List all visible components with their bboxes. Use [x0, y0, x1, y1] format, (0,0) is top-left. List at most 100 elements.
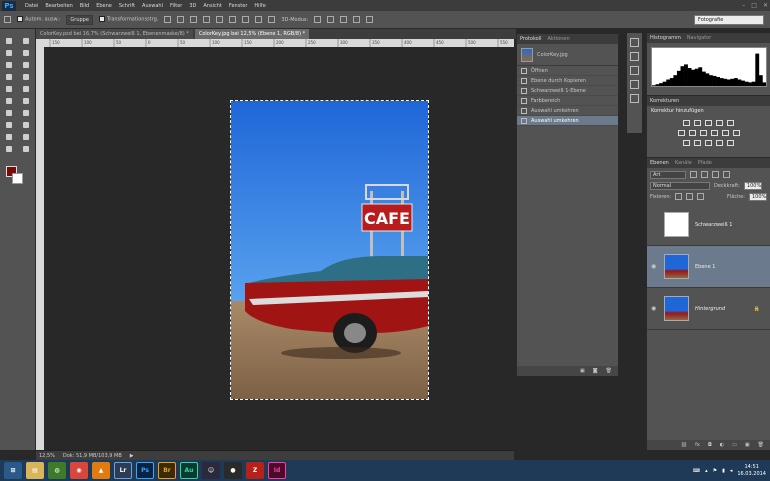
auto-select-dropdown[interactable]: Gruppe	[66, 14, 93, 25]
scale-3d-icon[interactable]	[366, 16, 374, 23]
history-brush-icon[interactable]	[23, 86, 30, 92]
channel-mixer-icon[interactable]	[721, 130, 729, 136]
layer-name[interactable]: Schwarzweiß 1	[695, 222, 732, 228]
tab-histogramm[interactable]: Histogramm	[650, 35, 681, 41]
keyboard-icon[interactable]: ⌨	[693, 468, 700, 474]
layer-name[interactable]: Hintergrund	[695, 306, 725, 312]
menu-auswahl[interactable]: Auswahl	[142, 3, 163, 9]
lasso-tool-icon[interactable]	[5, 50, 12, 56]
gradient-map-icon[interactable]	[716, 140, 723, 146]
folder-icon[interactable]: ▭	[732, 442, 737, 448]
shape-tool-icon[interactable]	[23, 134, 30, 140]
menu-fenster[interactable]: Fenster	[229, 3, 248, 9]
photoshop-app[interactable]: Ps	[136, 462, 154, 479]
fx-icon[interactable]: fx	[695, 442, 700, 448]
workspace-dropdown[interactable]: Fotografie	[694, 15, 764, 25]
status-arrow-icon[interactable]: ▶	[130, 453, 134, 459]
align-middle-icon[interactable]	[177, 16, 185, 23]
lock-pixels-icon[interactable]	[675, 193, 683, 200]
align-left-icon[interactable]	[203, 16, 211, 23]
distribute-icon[interactable]	[242, 16, 250, 23]
windows-start-icon[interactable]: ⊞	[4, 462, 22, 479]
zoom-tool-icon[interactable]	[23, 146, 30, 152]
posterize-icon[interactable]	[694, 140, 701, 146]
history-panel-icon[interactable]	[630, 38, 639, 47]
clock[interactable]: 14:51 16.03.2014	[737, 464, 766, 478]
clone-stamp-icon[interactable]	[5, 86, 12, 92]
color-balance-icon[interactable]	[688, 130, 696, 136]
trash-icon[interactable]: 🗑	[606, 368, 612, 374]
history-item[interactable]: Farbbereich	[517, 96, 618, 106]
transform-controls-checkbox[interactable]: Transformationsstrg.	[98, 16, 158, 23]
turtle-icon[interactable]: ●	[224, 462, 242, 479]
history-item[interactable]: Ebene durch Kopieren	[517, 76, 618, 86]
link-icon[interactable]: ⛓	[681, 442, 687, 448]
document-image[interactable]: CAFE	[230, 100, 429, 400]
character-panel-icon[interactable]	[630, 80, 639, 89]
people-icon[interactable]: ☺	[202, 462, 220, 479]
history-item[interactable]: Auswahl umkehren	[517, 116, 618, 126]
threshold-icon[interactable]	[705, 140, 712, 146]
blend-mode-dropdown[interactable]: Normal	[650, 181, 710, 190]
align-right-icon[interactable]	[229, 16, 237, 23]
tab-pfade[interactable]: Pfade	[698, 160, 712, 166]
photoshop-logo[interactable]: Ps	[2, 0, 16, 11]
indesign-app[interactable]: Id	[268, 462, 286, 479]
tab-kanaele[interactable]: Kanäle	[675, 160, 692, 166]
tab-colorkey-jpg[interactable]: ColorKey.jpg bei 12,5% (Ebene 1, RGB/8) …	[194, 29, 310, 39]
tab-protokoll[interactable]: Protokoll	[520, 36, 542, 42]
menu-filter[interactable]: Filter	[170, 3, 182, 9]
visibility-eye-icon[interactable]: ◉	[651, 263, 658, 270]
color-lookup-icon[interactable]	[732, 130, 740, 136]
history-item[interactable]: Öffnen	[517, 66, 618, 76]
crop-tool-icon[interactable]	[5, 62, 12, 68]
lock-all-icon[interactable]	[697, 193, 705, 200]
layer-name[interactable]: Ebene 1	[695, 264, 715, 270]
curves-icon[interactable]	[705, 120, 712, 126]
brightness-icon[interactable]	[683, 120, 690, 126]
tab-korrekturen[interactable]: Korrekturen	[650, 98, 679, 104]
move-tool-icon[interactable]	[5, 38, 12, 44]
menu-schrift[interactable]: Schrift	[119, 3, 135, 9]
type-tool-icon[interactable]	[23, 122, 30, 128]
exposure-icon[interactable]	[716, 120, 723, 126]
fill-field[interactable]: 100%	[749, 192, 767, 201]
menu-datei[interactable]: Datei	[25, 3, 38, 9]
background-color-swatch[interactable]	[12, 173, 23, 184]
mask-icon[interactable]: ◘	[708, 442, 712, 448]
chevron-up-icon[interactable]: ▴	[705, 468, 708, 474]
align-bottom-icon[interactable]	[190, 16, 198, 23]
minimize-button[interactable]: –	[742, 2, 745, 9]
hue-saturation-icon[interactable]	[677, 130, 685, 136]
history-snapshot[interactable]: ColorKey.jpg	[517, 44, 618, 66]
filter-type-icon[interactable]	[712, 171, 719, 178]
vibrance-icon[interactable]	[727, 120, 734, 126]
opacity-field[interactable]: 100%	[743, 181, 762, 190]
menu-3d[interactable]: 3D	[189, 3, 196, 9]
maximize-button[interactable]: □	[751, 2, 757, 9]
menu-hilfe[interactable]: Hilfe	[254, 3, 265, 9]
align-center-icon[interactable]	[216, 16, 224, 23]
filter-pixel-icon[interactable]	[690, 171, 697, 178]
pen-tool-icon[interactable]	[5, 122, 12, 128]
auto-align-icon[interactable]	[268, 16, 276, 23]
paragraph-panel-icon[interactable]	[630, 94, 639, 103]
menu-bild[interactable]: Bild	[80, 3, 89, 9]
menu-ansicht[interactable]: Ansicht	[203, 3, 221, 9]
history-item[interactable]: Auswahl umkehren	[517, 106, 618, 116]
selective-color-icon[interactable]	[727, 140, 734, 146]
trash-icon[interactable]: 🗑	[758, 442, 764, 448]
layer-filter-dropdown[interactable]: Art	[650, 170, 686, 179]
info-panel-icon[interactable]	[630, 66, 639, 75]
rotate-3d-icon[interactable]	[314, 16, 322, 23]
visibility-eye-icon[interactable]: ◉	[651, 305, 658, 312]
explorer-icon[interactable]: ▤	[26, 462, 44, 479]
layer-row[interactable]: Schwarzweiß 1	[647, 204, 770, 246]
marquee-tool-icon[interactable]	[23, 38, 30, 44]
lock-position-icon[interactable]	[686, 193, 694, 200]
eraser-tool-icon[interactable]	[5, 98, 12, 104]
hand-tool-icon[interactable]	[5, 146, 12, 152]
photo-filter-icon[interactable]	[710, 130, 718, 136]
levels-icon[interactable]	[694, 120, 701, 126]
tab-ebenen[interactable]: Ebenen	[650, 160, 669, 166]
